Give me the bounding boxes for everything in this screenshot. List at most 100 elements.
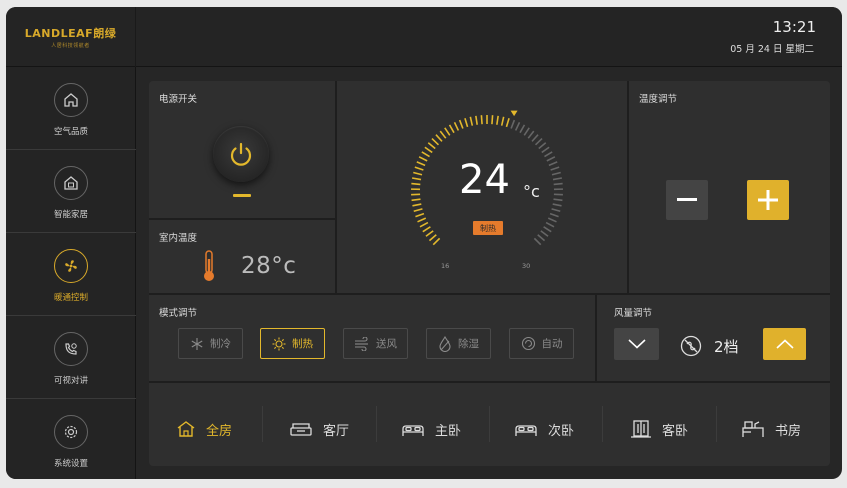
- droplet-icon: [439, 335, 451, 352]
- sidebar-item-smart-home[interactable]: 智能家居: [6, 150, 136, 233]
- room-tab-second-bedroom[interactable]: 次卧: [514, 409, 574, 449]
- room-label: 客厅: [323, 423, 350, 439]
- dial-tick: [418, 156, 428, 162]
- dial-tick: [480, 115, 483, 125]
- bed-icon: [515, 425, 537, 436]
- temp-increase-button[interactable]: [747, 180, 789, 220]
- dial-tick: [421, 151, 430, 158]
- sidebar-item-intercom[interactable]: 可视对讲: [6, 316, 136, 399]
- intercom-icon: [54, 332, 88, 366]
- dial-tick: [552, 177, 563, 181]
- dial-tick: [533, 237, 542, 246]
- divider: [149, 218, 335, 220]
- power-icon: [230, 142, 252, 166]
- room-tab-living-room[interactable]: 客厅: [289, 409, 349, 449]
- divider: [602, 406, 603, 442]
- mode-label: 送风: [376, 338, 397, 350]
- dial-tick: [500, 116, 505, 126]
- main-panel: 电源开关 室内温度 28°c 24 °c 制热 16 30 温度调节 模式调节 …: [149, 81, 830, 466]
- dial-tick: [453, 121, 460, 131]
- dial-tick: [411, 177, 422, 181]
- fan-increase-button[interactable]: [763, 328, 806, 360]
- power-title: 电源开关: [159, 94, 198, 105]
- mode-cool-button[interactable]: 制冷: [178, 328, 243, 359]
- dial-tick: [553, 198, 563, 202]
- dial-tick: [550, 166, 560, 171]
- room-tab-whole-house[interactable]: 全房: [176, 409, 232, 449]
- dial-tick: [537, 234, 546, 242]
- dial-tick: [549, 212, 559, 218]
- dial-tick: [527, 130, 535, 139]
- dial-tick: [432, 237, 441, 246]
- sun-icon: [272, 337, 286, 350]
- power-status-indicator: [233, 194, 251, 197]
- dial-tick: [412, 203, 422, 207]
- mode-title: 模式调节: [159, 308, 198, 319]
- mode-heat-button[interactable]: 制热: [260, 328, 325, 359]
- divider: [149, 381, 830, 383]
- clock-date: 05 月 24 日 星期二: [730, 44, 814, 55]
- home-icon: [54, 83, 88, 117]
- room-tab-guest-bedroom[interactable]: 客卧: [630, 409, 688, 449]
- dial-tick: [538, 142, 547, 150]
- mode-label: 除湿: [458, 338, 479, 350]
- device-screen: LANDLEAF朗绿 人居科技领航者 13:21 05 月 24 日 星期二 空…: [6, 7, 842, 479]
- setpoint-value: 24: [459, 157, 510, 203]
- dial-tick: [551, 208, 561, 213]
- divider: [716, 406, 717, 442]
- sidebar-item-hvac[interactable]: 暖通控制: [6, 233, 136, 316]
- dial-tick: [548, 161, 558, 167]
- divider: [335, 81, 337, 295]
- wardrobe-icon: [631, 420, 651, 438]
- mode-label: 制冷: [210, 338, 231, 350]
- sidebar-item-air-quality[interactable]: 空气品质: [6, 67, 136, 150]
- dial-tick: [417, 217, 427, 223]
- mode-fan-button[interactable]: 送风: [343, 328, 408, 359]
- room-tab-study[interactable]: 书房: [741, 409, 801, 449]
- mode-dry-button[interactable]: 除湿: [426, 328, 491, 359]
- dial-tick: [428, 234, 437, 242]
- sidebar-item-settings[interactable]: 系统设置: [6, 399, 136, 479]
- gear-icon: [54, 415, 88, 449]
- room-label: 书房: [775, 423, 802, 439]
- dial-tick: [469, 116, 474, 126]
- room-label: 次卧: [548, 423, 575, 439]
- room-label: 客卧: [662, 423, 689, 439]
- dial-tick: [427, 142, 436, 150]
- dial-tick: [475, 115, 478, 125]
- dial-tick: [448, 124, 455, 134]
- sofa-icon: [290, 423, 312, 436]
- desk-icon: [742, 421, 764, 437]
- dial-tick: [552, 203, 562, 207]
- temp-adjust-title: 温度调节: [639, 94, 678, 105]
- wind-icon: [355, 336, 368, 351]
- room-label: 主卧: [435, 423, 462, 439]
- dial-tick: [411, 182, 421, 186]
- mode-badge: 制热: [473, 221, 503, 235]
- auto-icon: [521, 336, 535, 351]
- house-icon: [177, 421, 195, 437]
- logo-subtext: 人居科技领航者: [51, 43, 90, 49]
- sidebar-item-label: 空气品质: [53, 127, 88, 137]
- divider: [376, 406, 377, 442]
- dial-tick: [444, 127, 451, 136]
- dial-tick: [547, 217, 557, 223]
- dial-tick: [523, 127, 530, 136]
- room-tab-master-bedroom[interactable]: 主卧: [401, 409, 461, 449]
- setpoint-unit: °c: [523, 182, 540, 201]
- power-button[interactable]: [213, 126, 269, 182]
- dial-tick: [425, 230, 434, 237]
- smart-home-icon: [54, 166, 88, 200]
- fan-decrease-button[interactable]: [614, 328, 659, 360]
- mode-label: 制热: [292, 338, 313, 350]
- temp-decrease-button[interactable]: [666, 180, 708, 220]
- clock-time: 13:21: [772, 18, 816, 36]
- dial-tick: [419, 221, 429, 228]
- top-bar: LANDLEAF朗绿 人居科技领航者 13:21 05 月 24 日 星期二: [6, 7, 842, 67]
- dial-min-label: 16: [441, 262, 450, 270]
- mode-auto-button[interactable]: 自动: [509, 328, 574, 359]
- dial-tick: [514, 121, 521, 131]
- dial-tick: [422, 226, 431, 233]
- thermometer-icon: [204, 250, 214, 281]
- setpoint-marker: [510, 110, 518, 117]
